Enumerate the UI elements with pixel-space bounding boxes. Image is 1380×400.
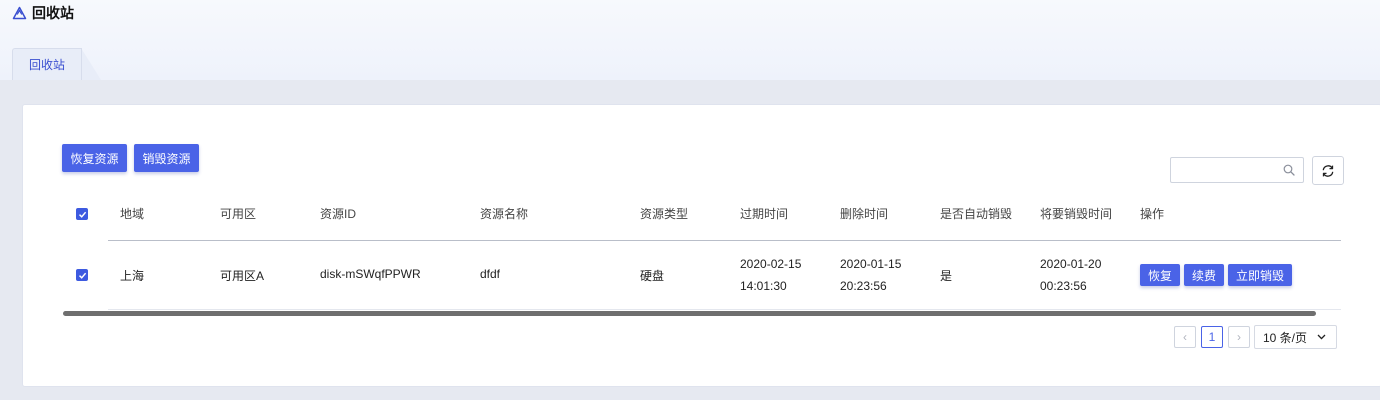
column-header-zone: 可用区 [220, 207, 257, 221]
cell-auto-destroy: 是 [940, 269, 953, 283]
tab-label[interactable]: 回收站 [12, 48, 83, 80]
expire-date: 2020-02-15 [740, 257, 802, 271]
page-header: 回收站 回收站 [0, 0, 1380, 80]
tab-corner [81, 48, 102, 80]
destroy-clock: 00:23:56 [1040, 279, 1087, 293]
cell-destroy-time: 2020-01-20 00:23:56 [1040, 253, 1101, 297]
cell-resource-type: 硬盘 [640, 269, 665, 283]
next-page-button[interactable]: › [1228, 326, 1250, 348]
cell-resource-name: dfdf [480, 267, 501, 281]
column-header-destroy-time: 将要销毁时间 [1040, 207, 1113, 221]
column-header-delete-time: 删除时间 [840, 207, 889, 221]
check-icon [78, 211, 86, 218]
select-all-checkbox[interactable] [76, 208, 88, 220]
search-input[interactable] [1171, 158, 1276, 182]
delete-date: 2020-01-15 [840, 257, 902, 271]
tab-recycle-bin[interactable]: 回收站 [12, 48, 102, 80]
column-header-resource-type: 资源类型 [640, 207, 689, 221]
chevron-down-icon [1317, 334, 1326, 340]
expire-clock: 14:01:30 [740, 279, 787, 293]
cell-expire-time: 2020-02-15 14:01:30 [740, 253, 801, 297]
destroy-resources-button[interactable]: 销毁资源 [134, 144, 199, 172]
page-title-text: 回收站 [32, 5, 74, 21]
cell-delete-time: 2020-01-15 20:23:56 [840, 253, 901, 297]
recycle-icon [12, 6, 27, 20]
column-header-region: 地域 [120, 207, 145, 221]
cell-region: 上海 [120, 269, 145, 283]
column-header-expire-time: 过期时间 [740, 207, 789, 221]
page-size-label: 10 条/页 [1263, 330, 1308, 345]
column-header-actions: 操作 [1140, 207, 1165, 221]
row-checkbox[interactable] [76, 269, 88, 281]
page-size-select[interactable]: 10 条/页 [1254, 325, 1337, 349]
refresh-icon [1322, 164, 1334, 177]
search-box [1170, 157, 1304, 183]
row-renew-button[interactable]: 续费 [1184, 264, 1224, 286]
row-destroy-now-button[interactable]: 立即销毁 [1228, 264, 1292, 286]
header-divider [108, 240, 1341, 241]
horizontal-scrollbar[interactable] [63, 311, 1316, 316]
check-icon [78, 272, 86, 279]
restore-resources-button[interactable]: 恢复资源 [62, 144, 127, 172]
delete-clock: 20:23:56 [840, 279, 887, 293]
cell-resource-id: disk-mSWqfPPWR [320, 267, 421, 281]
row-restore-button[interactable]: 恢复 [1140, 264, 1180, 286]
cell-zone: 可用区A [220, 269, 265, 283]
recycle-bin-panel: 恢复资源 销毁资源 地域 可用区 资源ID 资源名称 资源类型 过期时间 删除时… [22, 104, 1380, 387]
column-header-resource-name: 资源名称 [480, 207, 529, 221]
page-title: 回收站 [12, 4, 74, 22]
refresh-button[interactable] [1312, 156, 1344, 185]
column-header-auto-destroy: 是否自动销毁 [940, 207, 1013, 221]
destroy-date: 2020-01-20 [1040, 257, 1102, 271]
page-number-button[interactable]: 1 [1201, 326, 1223, 348]
row-divider [108, 309, 1341, 310]
search-icon[interactable] [1283, 164, 1295, 176]
prev-page-button[interactable]: ‹ [1174, 326, 1196, 348]
column-header-resource-id: 资源ID [320, 207, 357, 221]
